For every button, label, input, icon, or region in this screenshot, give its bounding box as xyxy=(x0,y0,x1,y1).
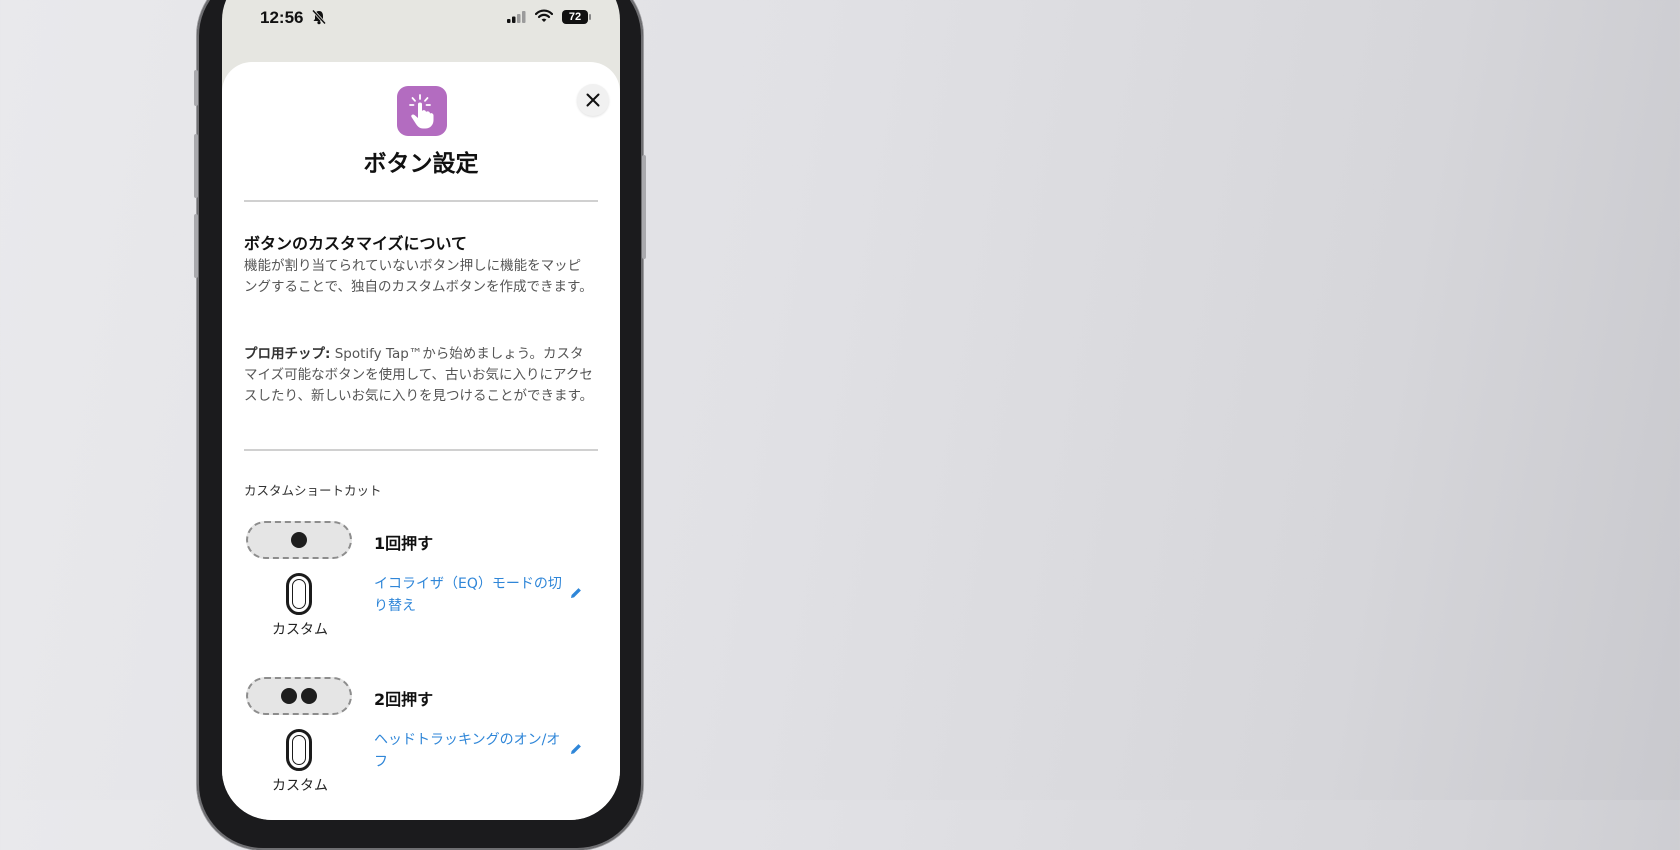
double-press-indicator xyxy=(246,677,352,715)
press-dot xyxy=(281,688,297,704)
battery-tip xyxy=(589,14,591,20)
status-time: 12:56 xyxy=(260,8,304,27)
signal-icon xyxy=(507,11,526,23)
pro-tip-label: プロ用チップ: xyxy=(244,346,331,362)
phone-volume-down-button xyxy=(194,214,198,278)
close-icon xyxy=(586,93,600,107)
about-heading: ボタンのカスタマイズについて xyxy=(244,234,468,253)
phone-volume-up-button xyxy=(194,134,198,198)
divider-middle xyxy=(244,449,598,451)
earbud-label: カスタム xyxy=(272,778,328,794)
divider-top xyxy=(244,200,598,202)
single-press-action-link[interactable]: イコライザ（EQ）モードの切り替え xyxy=(374,573,569,617)
about-body: 機能が割り当てられていないボタン押しに機能をマッピングすることで、独自のカスタム… xyxy=(244,258,593,295)
bell-slash-icon xyxy=(312,9,326,25)
battery-icon: 72 xyxy=(562,10,588,24)
shortcuts-heading: カスタムショートカット xyxy=(244,483,382,498)
earbud-icon xyxy=(286,573,312,615)
button-settings-sheet: ボタン設定 ボタンのカスタマイズについて 機能が割り当てられていないボタン押しに… xyxy=(222,62,620,820)
edit-pencil-icon[interactable] xyxy=(570,743,582,755)
status-bar: 12:56 72 xyxy=(222,0,620,32)
double-press-action-link[interactable]: ヘッドトラッキングのオン/オフ xyxy=(374,729,569,773)
single-press-label: 1回押す xyxy=(374,534,434,553)
single-press-indicator xyxy=(246,521,352,559)
tap-finger-glyph xyxy=(409,94,434,129)
tap-finger-icon xyxy=(397,86,447,136)
earbud-label: カスタム xyxy=(272,622,328,638)
double-press-label: 2回押す xyxy=(374,690,434,709)
pro-tip: プロ用チップ: Spotify Tap™から始めましょう。カスタマイズ可能なボタ… xyxy=(244,344,594,407)
close-button[interactable] xyxy=(577,84,609,116)
press-dot xyxy=(301,688,317,704)
press-dot xyxy=(291,532,307,548)
phone-power-button xyxy=(642,155,646,259)
wifi-icon xyxy=(535,9,553,22)
earbud-icon xyxy=(286,729,312,771)
phone-action-button xyxy=(194,70,198,106)
phone-screen: 12:56 72 ボタン設定 ボタンのカスタマイズについて 機能が割り当てられて… xyxy=(222,0,620,820)
page-title: ボタン設定 xyxy=(363,151,479,177)
edit-pencil-icon[interactable] xyxy=(570,587,582,599)
